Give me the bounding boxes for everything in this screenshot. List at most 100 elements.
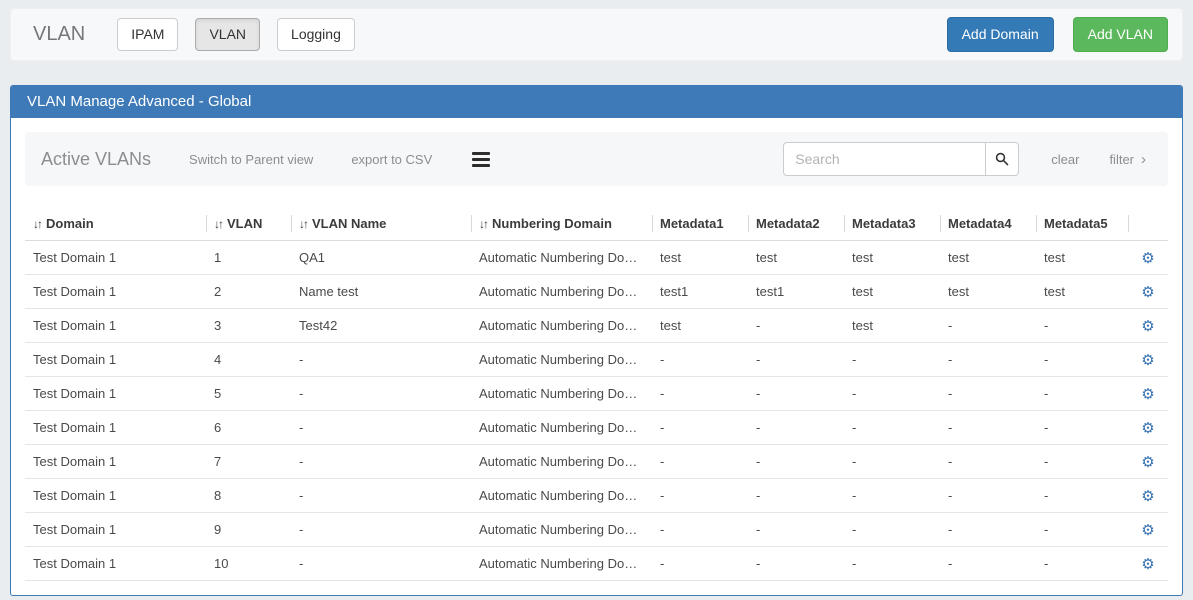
cell-vlan: 9 <box>206 513 291 547</box>
table-row: Test Domain 18-Automatic Numbering Doma.… <box>25 479 1168 513</box>
row-settings-gear-icon[interactable]: ⚙ <box>1141 420 1154 437</box>
cell-actions: ⚙ <box>1128 343 1168 377</box>
sort-icon: ↓↑ <box>299 217 307 231</box>
cell-vlan: 7 <box>206 445 291 479</box>
nav-tab-group: IPAM VLAN Logging <box>117 18 372 51</box>
cell-numbering-domain: Automatic Numbering Doma... <box>471 377 652 411</box>
row-settings-gear-icon[interactable]: ⚙ <box>1141 454 1154 471</box>
cell-metadata1: test <box>652 309 748 343</box>
column-header-domain[interactable]: ↓↑Domain <box>25 210 206 241</box>
sort-icon: ↓↑ <box>214 217 222 231</box>
column-header-metadata2: Metadata2 <box>748 210 844 241</box>
table-row: Test Domain 14-Automatic Numbering Doma.… <box>25 343 1168 377</box>
cell-metadata4: test <box>940 275 1036 309</box>
column-header-metadata4: Metadata4 <box>940 210 1036 241</box>
nav-button-ipam[interactable]: IPAM <box>117 18 178 51</box>
cell-metadata3: test <box>844 309 940 343</box>
cell-actions: ⚙ <box>1128 479 1168 513</box>
switch-parent-view-link[interactable]: Switch to Parent view <box>189 152 313 167</box>
cell-vlan: 2 <box>206 275 291 309</box>
column-header-metadata1: Metadata1 <box>652 210 748 241</box>
cell-metadata1: - <box>652 547 748 581</box>
cell-metadata5: test <box>1036 241 1128 275</box>
table-row: Test Domain 15-Automatic Numbering Doma.… <box>25 377 1168 411</box>
cell-vlan-name: - <box>291 411 471 445</box>
row-settings-gear-icon[interactable]: ⚙ <box>1141 284 1154 301</box>
cell-metadata4: - <box>940 547 1036 581</box>
cell-domain: Test Domain 1 <box>25 309 206 343</box>
cell-metadata3: - <box>844 445 940 479</box>
cell-vlan-name: - <box>291 547 471 581</box>
row-settings-gear-icon[interactable]: ⚙ <box>1141 386 1154 403</box>
cell-domain: Test Domain 1 <box>25 547 206 581</box>
cell-vlan: 3 <box>206 309 291 343</box>
filter-link[interactable]: filter› <box>1109 151 1146 168</box>
panel-body: Active VLANs Switch to Parent view expor… <box>11 118 1182 595</box>
row-settings-gear-icon[interactable]: ⚙ <box>1141 352 1154 369</box>
row-settings-gear-icon[interactable]: ⚙ <box>1141 488 1154 505</box>
cell-metadata5: test <box>1036 275 1128 309</box>
cell-metadata4: - <box>940 513 1036 547</box>
search-button[interactable] <box>985 142 1019 176</box>
nav-button-vlan[interactable]: VLAN <box>195 18 260 51</box>
sort-icon: ↓↑ <box>33 217 41 231</box>
cell-numbering-domain: Automatic Numbering Doma... <box>471 241 652 275</box>
column-header-vlan[interactable]: ↓↑VLAN <box>206 210 291 241</box>
column-header-vlan-name[interactable]: ↓↑VLAN Name <box>291 210 471 241</box>
filter-link-label: filter <box>1109 152 1134 167</box>
page-title: VLAN <box>33 23 85 46</box>
cell-metadata1: - <box>652 377 748 411</box>
cell-metadata2: - <box>748 377 844 411</box>
cell-metadata5: - <box>1036 377 1128 411</box>
export-csv-link[interactable]: export to CSV <box>351 152 432 167</box>
cell-metadata5: - <box>1036 411 1128 445</box>
column-header-numbering-domain[interactable]: ↓↑Numbering Domain <box>471 210 652 241</box>
row-settings-gear-icon[interactable]: ⚙ <box>1141 318 1154 335</box>
cell-metadata1: test <box>652 241 748 275</box>
search-group <box>783 142 1019 176</box>
clear-link[interactable]: clear <box>1051 152 1079 167</box>
cell-vlan-name: - <box>291 377 471 411</box>
cell-metadata2: test1 <box>748 275 844 309</box>
cell-numbering-domain: Automatic Numbering Doma... <box>471 513 652 547</box>
column-header-actions <box>1128 210 1168 241</box>
cell-metadata4: - <box>940 411 1036 445</box>
table-toolbar: Active VLANs Switch to Parent view expor… <box>25 132 1168 186</box>
cell-metadata1: - <box>652 411 748 445</box>
cell-vlan-name: - <box>291 343 471 377</box>
menu-icon[interactable] <box>470 150 492 169</box>
add-domain-button[interactable]: Add Domain <box>947 17 1054 52</box>
cell-actions: ⚙ <box>1128 513 1168 547</box>
nav-button-logging[interactable]: Logging <box>277 18 355 51</box>
cell-domain: Test Domain 1 <box>25 445 206 479</box>
cell-numbering-domain: Automatic Numbering Doma... <box>471 479 652 513</box>
cell-metadata1: - <box>652 479 748 513</box>
cell-vlan-name: - <box>291 445 471 479</box>
row-settings-gear-icon[interactable]: ⚙ <box>1141 250 1154 267</box>
cell-metadata5: - <box>1036 343 1128 377</box>
cell-metadata3: - <box>844 513 940 547</box>
cell-metadata4: - <box>940 309 1036 343</box>
cell-numbering-domain: Automatic Numbering Doma... <box>471 343 652 377</box>
column-header-metadata3: Metadata3 <box>844 210 940 241</box>
cell-metadata3: - <box>844 343 940 377</box>
cell-vlan-name: - <box>291 513 471 547</box>
cell-metadata1: - <box>652 343 748 377</box>
search-input[interactable] <box>783 142 985 176</box>
panel-heading: VLAN Manage Advanced - Global <box>11 86 1182 118</box>
cell-metadata5: - <box>1036 479 1128 513</box>
row-settings-gear-icon[interactable]: ⚙ <box>1141 556 1154 573</box>
table-header-row: ↓↑Domain↓↑VLAN↓↑VLAN Name↓↑Numbering Dom… <box>25 210 1168 241</box>
cell-metadata4: - <box>940 343 1036 377</box>
cell-metadata4: test <box>940 241 1036 275</box>
cell-domain: Test Domain 1 <box>25 513 206 547</box>
table-row: Test Domain 17-Automatic Numbering Doma.… <box>25 445 1168 479</box>
cell-vlan: 4 <box>206 343 291 377</box>
row-settings-gear-icon[interactable]: ⚙ <box>1141 522 1154 539</box>
cell-metadata2: - <box>748 309 844 343</box>
add-vlan-button[interactable]: Add VLAN <box>1073 17 1168 52</box>
cell-numbering-domain: Automatic Numbering Doma... <box>471 309 652 343</box>
cell-metadata5: - <box>1036 309 1128 343</box>
cell-metadata2: - <box>748 547 844 581</box>
cell-numbering-domain: Automatic Numbering Doma... <box>471 547 652 581</box>
